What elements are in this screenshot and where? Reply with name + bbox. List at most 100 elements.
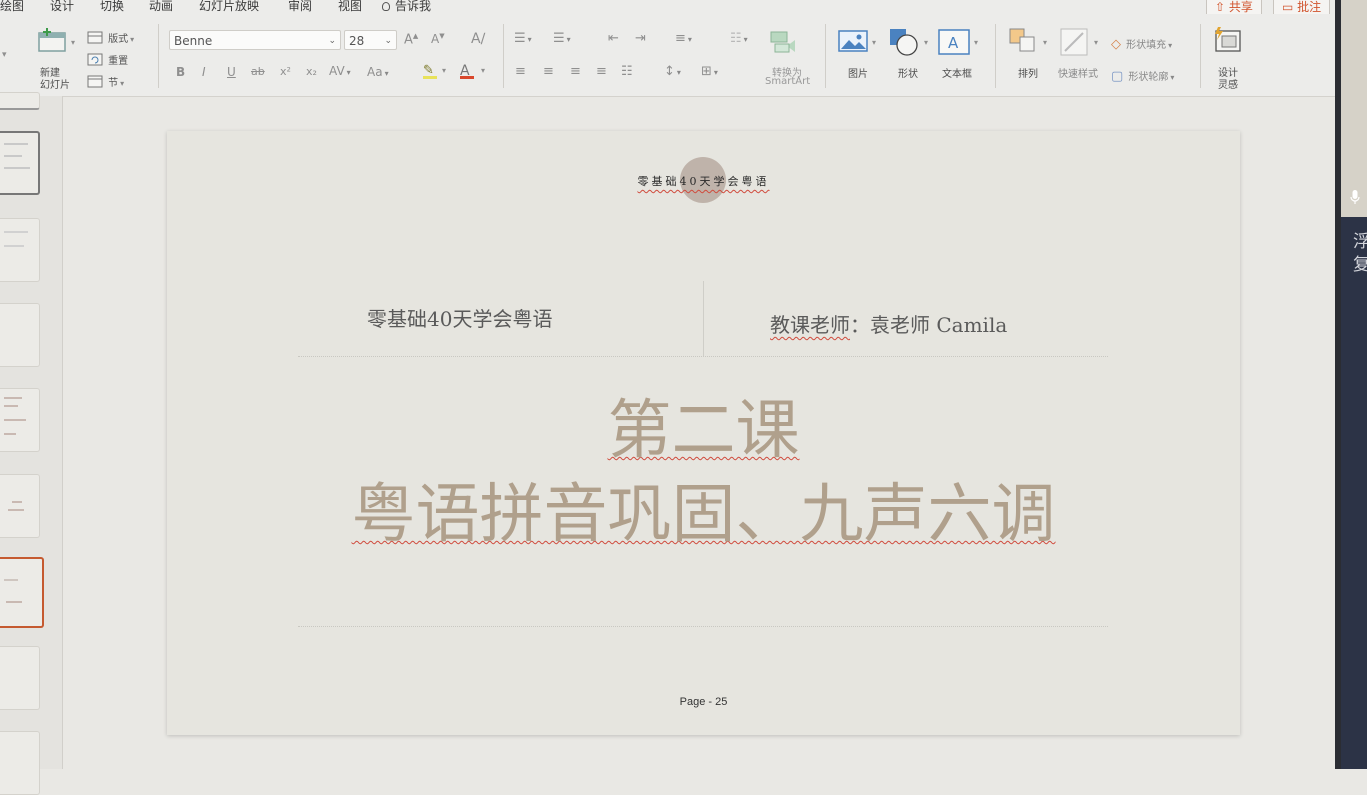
- tell-me[interactable]: 告诉我: [382, 0, 431, 14]
- textbox-icon: A: [938, 29, 970, 55]
- subscript-button[interactable]: x₂: [306, 65, 317, 78]
- char-spacing-button[interactable]: AV ▾: [329, 64, 351, 78]
- slide-thumbnail[interactable]: [0, 303, 40, 367]
- shape-dropdown-icon[interactable]: ▾: [924, 38, 928, 47]
- textbox-label: 文本框: [942, 69, 972, 80]
- distributed-icon[interactable]: ☷: [621, 64, 633, 79]
- slide-thumbnail[interactable]: [0, 388, 40, 452]
- arrange-dropdown-icon[interactable]: ▾: [1043, 38, 1047, 47]
- layout-label: 版式: [108, 34, 129, 45]
- slide-thumbnail[interactable]: [0, 131, 40, 195]
- menu-slideshow[interactable]: 幻灯片放映: [199, 0, 259, 14]
- bullets-icon[interactable]: ☰ ▾: [514, 31, 532, 46]
- clear-format-icon[interactable]: A∕: [471, 31, 485, 47]
- section-button[interactable]: 节 ▾: [87, 71, 124, 90]
- slide-thumbnail-panel[interactable]: [0, 92, 63, 795]
- arrange-label: 排列: [1018, 69, 1038, 80]
- collapse-chevron-icon[interactable]: ▾: [2, 50, 7, 60]
- ribbon-divider: [1200, 24, 1201, 88]
- quick-styles-button[interactable]: [1059, 27, 1091, 61]
- textbox-dropdown-icon[interactable]: ▾: [974, 38, 978, 47]
- align-left-icon[interactable]: ≡: [515, 64, 526, 79]
- slide-thumbnail[interactable]: [0, 92, 40, 110]
- ribbon-divider: [158, 24, 159, 88]
- designer-label-2: 灵感: [1218, 80, 1238, 91]
- picture-dropdown-icon[interactable]: ▾: [872, 38, 876, 47]
- shape-outline-label: 形状轮廓: [1128, 72, 1169, 83]
- numbering-icon[interactable]: ☰ ▾: [553, 31, 571, 46]
- slide-canvas[interactable]: 零基础40天学会粤语 零基础40天学会粤语 教课老师：袁老师 Camila 第二…: [167, 131, 1240, 735]
- line-spacing-icon[interactable]: ≡ ▾: [675, 31, 692, 46]
- microphone-icon[interactable]: [1350, 190, 1360, 204]
- slide-header: 零基础40天学会粤语: [637, 175, 770, 188]
- increase-indent-icon[interactable]: ⇥: [635, 31, 646, 46]
- decrease-indent-icon[interactable]: ⇤: [608, 31, 619, 46]
- menu-review[interactable]: 审阅: [288, 0, 312, 14]
- new-slide-button[interactable]: [37, 28, 67, 54]
- grow-font-icon[interactable]: A▲: [404, 32, 418, 47]
- menu-draw[interactable]: 绘图: [0, 0, 24, 14]
- align-text-icon[interactable]: ⊞ ▾: [701, 64, 718, 79]
- font-color-dropdown-icon[interactable]: ▾: [481, 66, 485, 75]
- reset-button[interactable]: 重置: [87, 49, 128, 68]
- change-case-label: Aa: [367, 65, 383, 79]
- char-spacing-label: AV: [329, 64, 345, 78]
- ribbon-divider: [503, 24, 504, 88]
- font-name-value: Benne: [174, 34, 213, 48]
- designer-button[interactable]: [1212, 25, 1244, 59]
- side-panel: [1341, 217, 1367, 769]
- ribbon: ▾ ▾ 新建 幻灯片 版式 ▾ 重置 节 ▾ Benne ⌄ 28 ⌄ A▲ A▼ …: [0, 14, 1335, 97]
- change-case-button[interactable]: Aa ▾: [367, 65, 389, 79]
- text-direction-icon[interactable]: ↕ ▾: [664, 64, 681, 79]
- font-color-icon[interactable]: A: [460, 63, 474, 79]
- slide-thumbnail-selected[interactable]: [0, 557, 44, 628]
- shape-outline-button[interactable]: ▢ 形状轮廓 ▾: [1111, 65, 1174, 84]
- menu-transitions[interactable]: 切换: [100, 0, 124, 14]
- arrange-button[interactable]: [1008, 27, 1040, 61]
- font-size-select[interactable]: 28 ⌄: [344, 30, 397, 50]
- highlight-dropdown-icon[interactable]: ▾: [442, 66, 446, 75]
- new-slide-icon: [38, 28, 66, 52]
- bold-button[interactable]: B: [176, 65, 185, 79]
- highlight-icon[interactable]: ✎: [423, 63, 437, 79]
- main-title-line1: 第二课: [607, 394, 800, 468]
- ribbon-divider: [825, 24, 826, 88]
- columns-icon[interactable]: ☷ ▾: [730, 31, 748, 46]
- italic-button[interactable]: I: [202, 65, 206, 79]
- menu-animations[interactable]: 动画: [149, 0, 173, 14]
- align-right-icon[interactable]: ≡: [570, 64, 581, 79]
- pen-icon: ▢: [1111, 69, 1124, 84]
- paint-bucket-icon: ◇: [1111, 37, 1121, 52]
- menu-view[interactable]: 视图: [338, 0, 362, 14]
- slide-thumbnail[interactable]: [0, 474, 40, 538]
- menu-design[interactable]: 设计: [50, 0, 74, 14]
- designer-icon: [1215, 27, 1241, 52]
- shrink-font-icon[interactable]: A▼: [431, 32, 445, 46]
- shape-button[interactable]: [888, 27, 920, 61]
- picture-label: 图片: [848, 69, 868, 80]
- slide-thumbnail[interactable]: [0, 218, 40, 282]
- vertical-divider: [703, 281, 704, 356]
- textbox-button[interactable]: A: [938, 29, 970, 59]
- font-name-select[interactable]: Benne ⌄: [169, 30, 341, 50]
- shape-icon: [890, 29, 918, 56]
- svg-text:A: A: [948, 34, 959, 52]
- superscript-button[interactable]: x²: [280, 65, 291, 78]
- chevron-down-icon: ⌄: [384, 36, 392, 46]
- shape-fill-button[interactable]: ◇ 形状填充 ▾: [1111, 33, 1172, 52]
- side-panel-text: 浮: [1353, 232, 1367, 252]
- picture-button[interactable]: [838, 28, 868, 58]
- strikethrough-button[interactable]: ab: [251, 65, 265, 78]
- quick-styles-dropdown-icon[interactable]: ▾: [1094, 38, 1098, 47]
- layout-button[interactable]: 版式 ▾: [87, 27, 134, 46]
- share-label: 共享: [1228, 0, 1253, 14]
- underline-button[interactable]: U: [227, 65, 236, 79]
- justify-icon[interactable]: ≡: [596, 64, 607, 79]
- slide-thumbnail[interactable]: [0, 646, 40, 710]
- new-slide-dropdown-icon[interactable]: ▾: [71, 38, 75, 47]
- align-center-icon[interactable]: ≡: [543, 64, 554, 79]
- convert-smartart-button[interactable]: [769, 28, 801, 58]
- side-panel-text: 复: [1353, 255, 1367, 275]
- menu-bar: 绘图 设计 切换 动画 幻灯片放映 审阅 视图 告诉我 ⇧ 共享 ▭ 批注: [0, 0, 1335, 18]
- slide-thumbnail[interactable]: [0, 731, 40, 795]
